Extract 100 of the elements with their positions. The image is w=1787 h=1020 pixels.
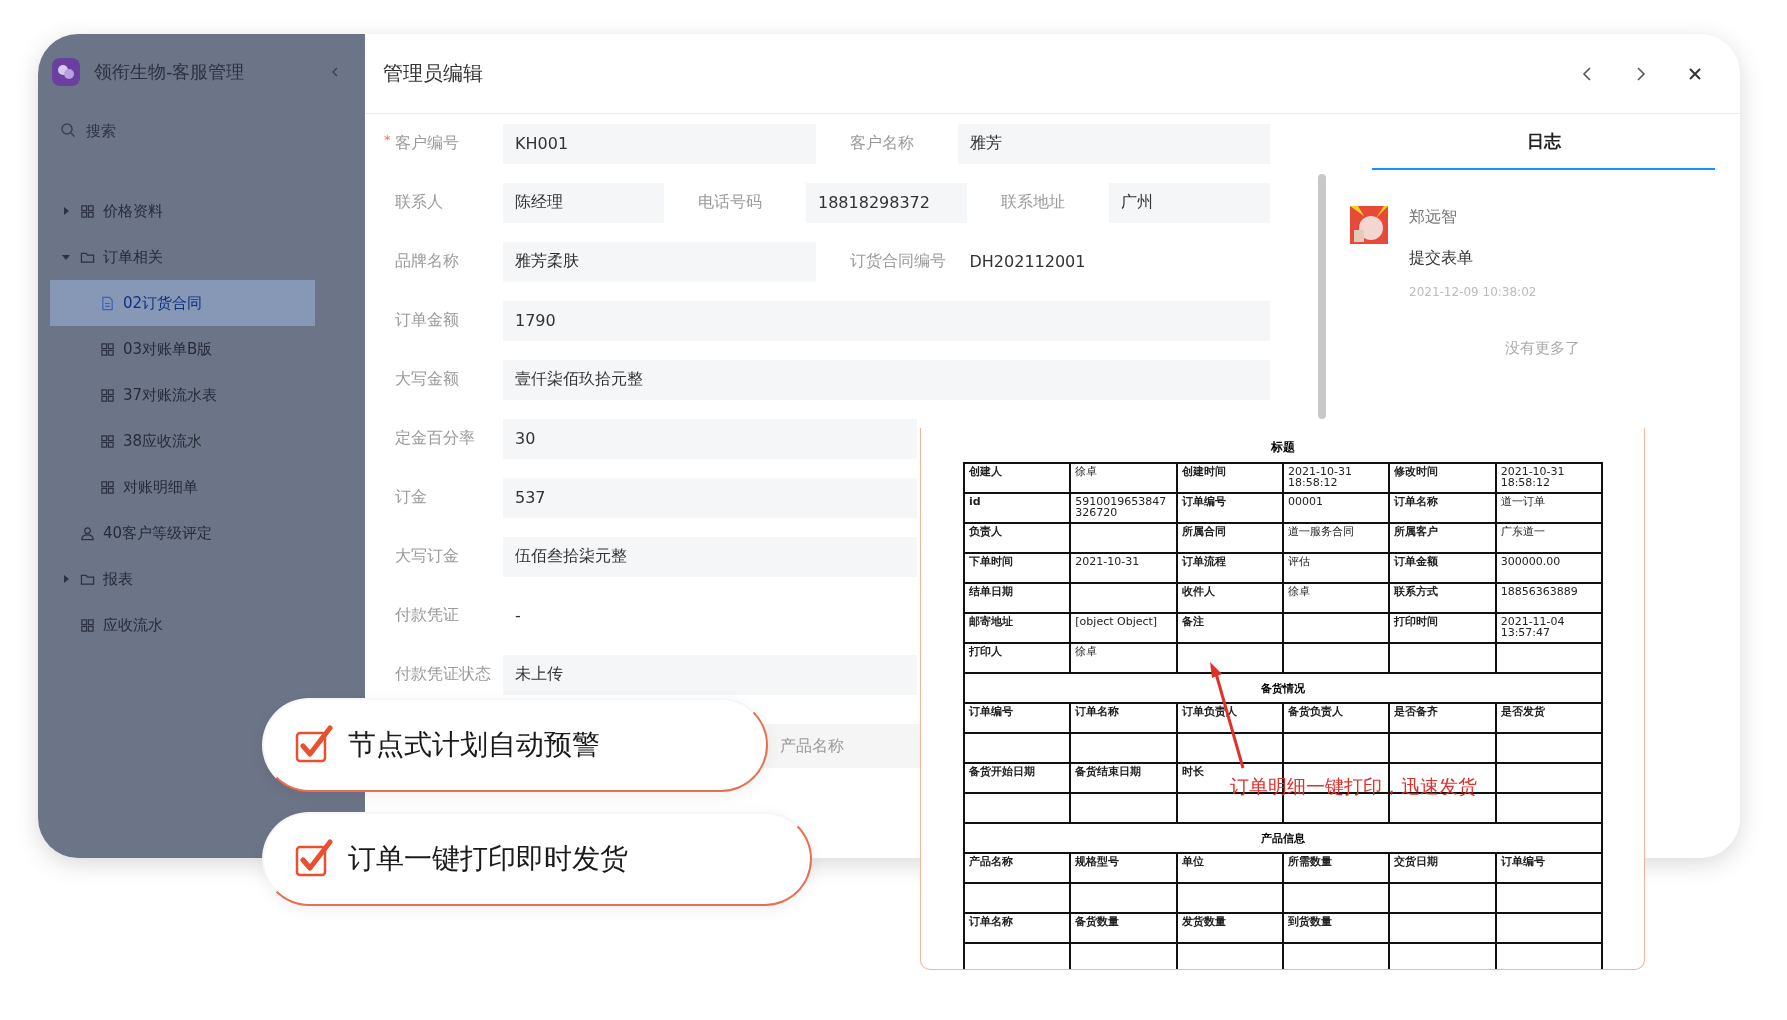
- table-cell: 订单编号: [1495, 853, 1602, 883]
- table-cell: 结单日期: [964, 583, 1071, 613]
- table-cell: 订单名称: [1070, 703, 1177, 733]
- table-cell: 所需数量: [1283, 853, 1390, 883]
- field-label: 订单金额: [395, 310, 459, 331]
- table-cell: 广东道一: [1495, 523, 1602, 553]
- caret-icon: [62, 253, 70, 261]
- table-cell: 2021-11-04 13:57:47: [1495, 613, 1602, 643]
- field-label: 订金: [395, 487, 427, 508]
- table-cell: 备货开始日期: [964, 763, 1071, 793]
- document-icon: [100, 295, 115, 311]
- close-icon: [1688, 66, 1702, 81]
- input-field[interactable]: 雅芳: [957, 123, 1270, 164]
- table-cell: 订单金额: [1389, 553, 1496, 583]
- field-value: -: [514, 606, 521, 625]
- search-icon: [60, 122, 76, 138]
- table-cell: 所属客户: [1389, 523, 1496, 553]
- table-cell: 5910019653847326720: [1070, 493, 1177, 523]
- user-icon: [80, 525, 95, 541]
- chevron-right-icon: [1635, 65, 1647, 82]
- table-cell: 负责人: [964, 523, 1071, 553]
- table-cell: 联系方式: [1389, 583, 1496, 613]
- table-cell: 产品名称: [964, 853, 1071, 883]
- table-cell: id: [964, 493, 1071, 523]
- table-cell: 订单编号: [964, 703, 1071, 733]
- table-cell: 2021-10-31: [1070, 553, 1177, 583]
- grid-icon: [80, 203, 95, 219]
- column-header: 产品名称: [780, 735, 844, 757]
- input-field[interactable]: 陈经理: [503, 182, 664, 223]
- avatar: [1350, 206, 1388, 244]
- grid-icon: [100, 433, 115, 449]
- table-cell: 修改时间: [1389, 463, 1496, 493]
- table-cell: 单位: [1176, 853, 1283, 883]
- field-label: 电话号码: [698, 192, 762, 213]
- table-cell: [object Object]: [1070, 613, 1177, 643]
- table-cell: 300000.00: [1495, 553, 1602, 583]
- callout-text: 节点式计划自动预警: [348, 727, 600, 763]
- table-cell: 订单名称: [1389, 493, 1496, 523]
- field-label: 定金百分率: [395, 428, 475, 449]
- table-cell: 订单名称: [964, 913, 1071, 943]
- table-cell: 2021-10-31 18:58:12: [1283, 463, 1390, 493]
- table-cell: 邮寄地址: [964, 613, 1071, 643]
- dialog-title: 管理员编辑: [383, 60, 484, 87]
- field-label: 大写订金: [395, 546, 459, 567]
- callout-text: 订单一键打印即时发货: [348, 841, 628, 877]
- table-cell: 2021-10-31 18:58:12: [1495, 463, 1602, 493]
- table-cell: 规格型号: [1070, 853, 1177, 883]
- table-cell: 备货结束日期: [1070, 763, 1177, 793]
- grid-icon: [80, 617, 95, 633]
- grid-icon: [100, 479, 115, 495]
- table-cell: 创建时间: [1176, 463, 1283, 493]
- sheet-title: 标题: [1271, 440, 1295, 454]
- field-label: 付款凭证: [395, 605, 459, 626]
- table-cell: 备货数量: [1070, 913, 1177, 943]
- input-field[interactable]: 18818298372: [806, 182, 967, 223]
- table-cell: 徐卓: [1070, 463, 1177, 493]
- field-label: 大写金额: [395, 369, 459, 390]
- scrollbar[interactable]: [1318, 174, 1326, 419]
- section-heading: 备货情况: [964, 673, 1602, 703]
- field-label: 联系人: [395, 192, 443, 213]
- input-field[interactable]: 1790: [503, 300, 1270, 341]
- input-field[interactable]: 537: [503, 477, 917, 518]
- log-user: 郑远智: [1409, 206, 1458, 228]
- input-field[interactable]: 壹仟柒佰玖拾元整: [503, 359, 1270, 400]
- logo-icon: [52, 58, 80, 86]
- log-action: 提交表单: [1409, 248, 1474, 269]
- table-cell: 打印人: [964, 643, 1071, 673]
- table-cell: 创建人: [964, 463, 1071, 493]
- field-label: 客户编号: [395, 133, 459, 154]
- log-tab[interactable]: 日志: [1372, 114, 1715, 170]
- table-cell: 备注: [1176, 613, 1283, 643]
- input-field[interactable]: KH001: [503, 123, 816, 164]
- table-cell: 00001: [1283, 493, 1390, 523]
- table-cell: 18856363889: [1495, 583, 1602, 613]
- table-cell: 所属合同: [1176, 523, 1283, 553]
- grid-icon: [100, 387, 115, 403]
- log-time: 2021-12-09 10:38:02: [1409, 285, 1537, 299]
- grid-icon: [100, 341, 115, 357]
- table-cell: 收件人: [1176, 583, 1283, 613]
- table-cell: 打印时间: [1389, 613, 1496, 643]
- field-label: 品牌名称: [395, 251, 459, 272]
- field-label: 客户名称: [849, 133, 914, 154]
- input-field[interactable]: 广州: [1109, 182, 1270, 223]
- field-label: 联系地址: [1001, 192, 1065, 213]
- required-mark: *: [384, 133, 391, 147]
- input-field[interactable]: 未上传: [503, 654, 917, 695]
- table-cell: 备货负责人: [1283, 703, 1390, 733]
- table-cell: 订单流程: [1176, 553, 1283, 583]
- sidebar-item[interactable]: 02订货合同: [50, 280, 315, 326]
- table-cell: 订单编号: [1176, 493, 1283, 523]
- chevron-left-icon: [1581, 65, 1593, 82]
- input-field[interactable]: 30: [503, 418, 917, 459]
- table-cell: 是否发货: [1495, 703, 1602, 733]
- table-cell: 交货日期: [1389, 853, 1496, 883]
- table-cell: 评估: [1283, 553, 1390, 583]
- input-field[interactable]: 雅芳柔肤: [503, 241, 816, 282]
- field-label: 付款凭证状态: [395, 664, 491, 685]
- input-field[interactable]: 伍佰叁拾柒元整: [503, 536, 917, 577]
- app-title: 领衔生物-客服管理: [94, 60, 246, 84]
- search-field[interactable]: 搜索: [84, 120, 287, 140]
